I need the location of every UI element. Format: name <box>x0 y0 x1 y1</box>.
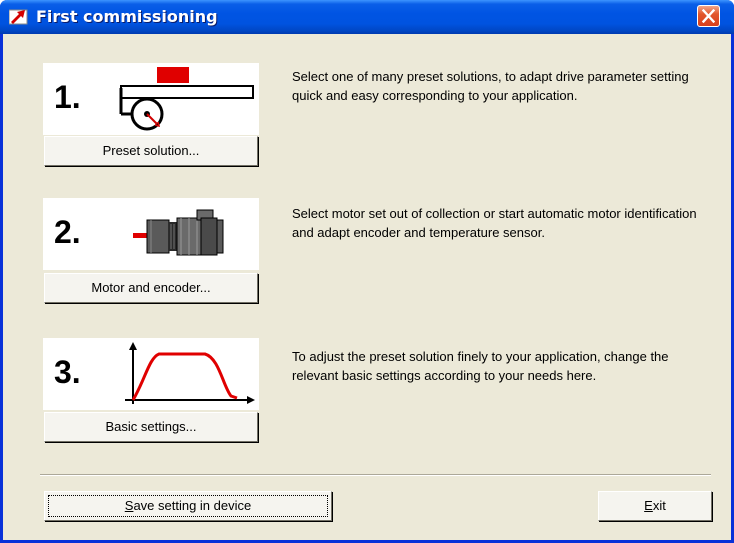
basic-settings-button[interactable]: Basic settings... <box>44 412 258 442</box>
exit-mnemonic: E <box>644 498 653 513</box>
step-2-description: Select motor set out of collection or st… <box>292 206 697 240</box>
step-3-description: To adjust the preset solution finely to … <box>292 349 669 383</box>
slide-carriage-icon <box>119 67 254 131</box>
step-1-description: Select one of many preset solutions, to … <box>292 69 689 103</box>
title-bar[interactable]: First commissioning <box>0 0 734 34</box>
motor-and-encoder-button[interactable]: Motor and encoder... <box>44 273 258 303</box>
save-setting-button[interactable]: Save setting in device <box>44 491 332 521</box>
step-2-panel: 2. <box>43 198 259 270</box>
close-icon <box>702 9 715 23</box>
preset-solution-button[interactable]: Preset solution... <box>44 136 258 166</box>
first-commissioning-dialog: First commissioning 1. Preset solution..… <box>0 0 734 543</box>
step-3-number: 3. <box>54 354 81 390</box>
exit-button[interactable]: Exit <box>598 491 712 521</box>
app-icon <box>9 9 28 25</box>
footer-separator <box>40 474 711 476</box>
exit-label: xit <box>652 498 666 513</box>
servo-motor-icon <box>133 209 224 256</box>
step-1-panel: 1. <box>43 63 259 135</box>
step-1-number: 1. <box>54 79 81 115</box>
step-3-panel: 3. <box>43 338 259 410</box>
motion-profile-icon <box>125 342 255 404</box>
window-title: First commissioning <box>36 7 218 26</box>
focus-rectangle <box>48 495 328 517</box>
close-button[interactable] <box>697 5 720 27</box>
step-2-number: 2. <box>54 214 81 250</box>
